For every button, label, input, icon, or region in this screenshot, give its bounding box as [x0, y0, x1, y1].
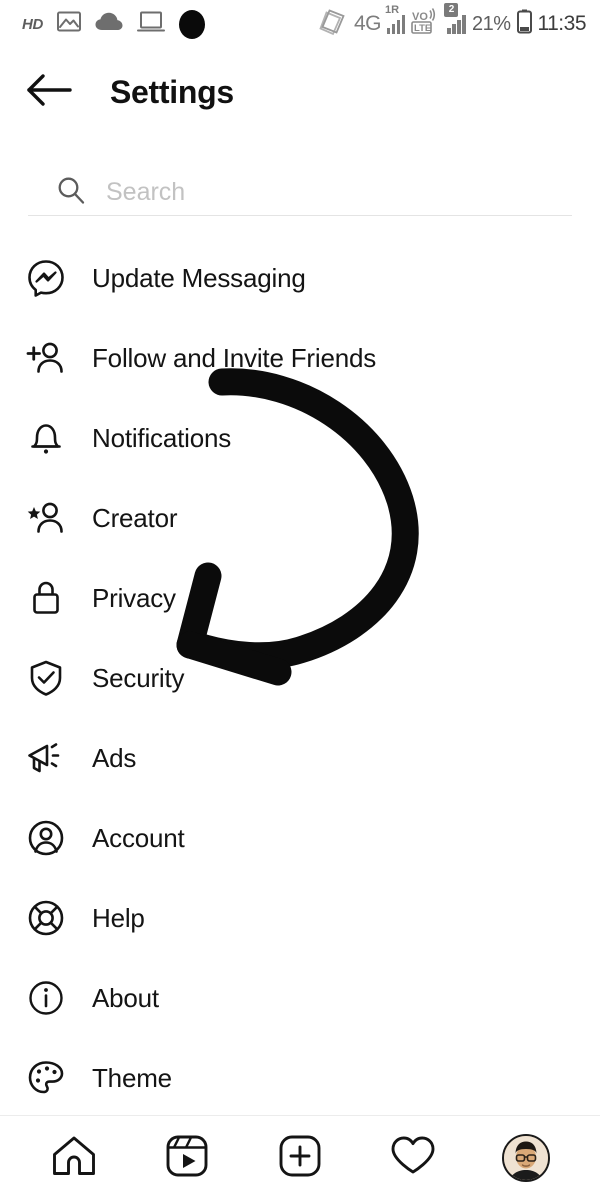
search-bar[interactable] — [28, 170, 572, 216]
menu-item-creator[interactable]: Creator — [0, 478, 600, 558]
menu-item-about[interactable]: About — [0, 958, 600, 1038]
menu-item-privacy[interactable]: Privacy — [0, 558, 600, 638]
menu-item-security[interactable]: Security — [0, 638, 600, 718]
menu-item-ads[interactable]: Ads — [0, 718, 600, 798]
nav-item-profile[interactable] — [490, 1122, 562, 1194]
svg-text:LTE: LTE — [414, 23, 431, 34]
shield-check-icon — [26, 658, 66, 698]
menu-item-label: Update Messaging — [92, 262, 306, 293]
network-type-label: 4G — [353, 12, 382, 35]
status-bar: HD 4G 1R VO LTE 2 21% 11:35 — [0, 0, 600, 48]
menu-item-label: Follow and Invite Friends — [92, 342, 377, 373]
cloud-icon — [95, 12, 123, 36]
menu-item-label: Security — [92, 662, 185, 693]
menu-item-label: Privacy — [92, 582, 176, 613]
rotating-cards-icon — [318, 8, 348, 41]
menu-item-label: Help — [92, 902, 145, 933]
arrow-left-icon — [25, 73, 73, 112]
person-add-icon — [26, 338, 66, 378]
battery-percent-label: 21% — [471, 12, 511, 35]
signal-bars-icon: 1R — [385, 4, 406, 34]
black-dot-icon — [179, 9, 206, 39]
status-bar-right: 4G 1R VO LTE 2 21% 11:35 — [318, 2, 587, 41]
lock-icon — [26, 578, 66, 618]
battery-icon — [516, 9, 532, 39]
reels-icon — [165, 1134, 209, 1183]
menu-item-label: Notifications — [92, 422, 232, 453]
plus-square-icon — [278, 1134, 322, 1183]
bell-icon — [26, 418, 66, 458]
settings-screen: HD 4G 1R VO LTE 2 21% 11:35 Settings Sea… — [0, 0, 600, 1200]
account-circle-icon — [26, 818, 66, 858]
home-icon — [51, 1135, 97, 1182]
laptop-icon — [137, 11, 166, 38]
roaming-label: 1R — [384, 3, 400, 16]
palette-icon — [26, 1058, 66, 1098]
menu-item-follow-and-invite-friends[interactable]: Follow and Invite Friends — [0, 318, 600, 398]
menu-item-update-messaging[interactable]: Update Messaging — [0, 238, 600, 318]
sim-badge: 2 — [444, 2, 459, 17]
search-input[interactable] — [106, 178, 526, 207]
person-star-icon — [26, 498, 66, 538]
messenger-icon — [26, 258, 66, 298]
menu-item-label: Theme — [92, 1062, 172, 1093]
menu-item-label: Creator — [92, 502, 178, 533]
image-icon — [57, 11, 82, 37]
life-ring-icon — [26, 898, 66, 938]
clock-label: 11:35 — [537, 12, 587, 35]
nav-item-home[interactable] — [38, 1122, 110, 1194]
megaphone-icon — [26, 738, 66, 778]
volte-icon: VO LTE — [411, 8, 441, 40]
menu-item-theme[interactable]: Theme — [0, 1038, 600, 1118]
menu-item-label: About — [92, 982, 159, 1013]
info-circle-icon — [26, 978, 66, 1018]
heart-icon — [390, 1135, 436, 1182]
bottom-navigation-bar — [0, 1115, 600, 1200]
settings-menu-list: Update Messaging Follow and Invite Frien… — [0, 238, 600, 1118]
back-button[interactable] — [14, 57, 84, 127]
nav-item-create[interactable] — [264, 1122, 336, 1194]
avatar — [501, 1134, 550, 1182]
nav-item-reels[interactable] — [151, 1122, 223, 1194]
nav-item-activity[interactable] — [377, 1122, 449, 1194]
page-title: Settings — [110, 73, 234, 110]
menu-item-label: Account — [92, 822, 185, 853]
search-icon — [56, 175, 86, 210]
app-header: Settings — [0, 48, 600, 136]
menu-item-account[interactable]: Account — [0, 798, 600, 878]
sim2-signal-icon: 2 — [444, 2, 466, 34]
menu-item-label: Ads — [92, 742, 137, 773]
menu-item-help[interactable]: Help — [0, 878, 600, 958]
menu-item-notifications[interactable]: Notifications — [0, 398, 600, 478]
hd-label: HD — [22, 15, 44, 33]
status-bar-left: HD — [22, 9, 206, 39]
